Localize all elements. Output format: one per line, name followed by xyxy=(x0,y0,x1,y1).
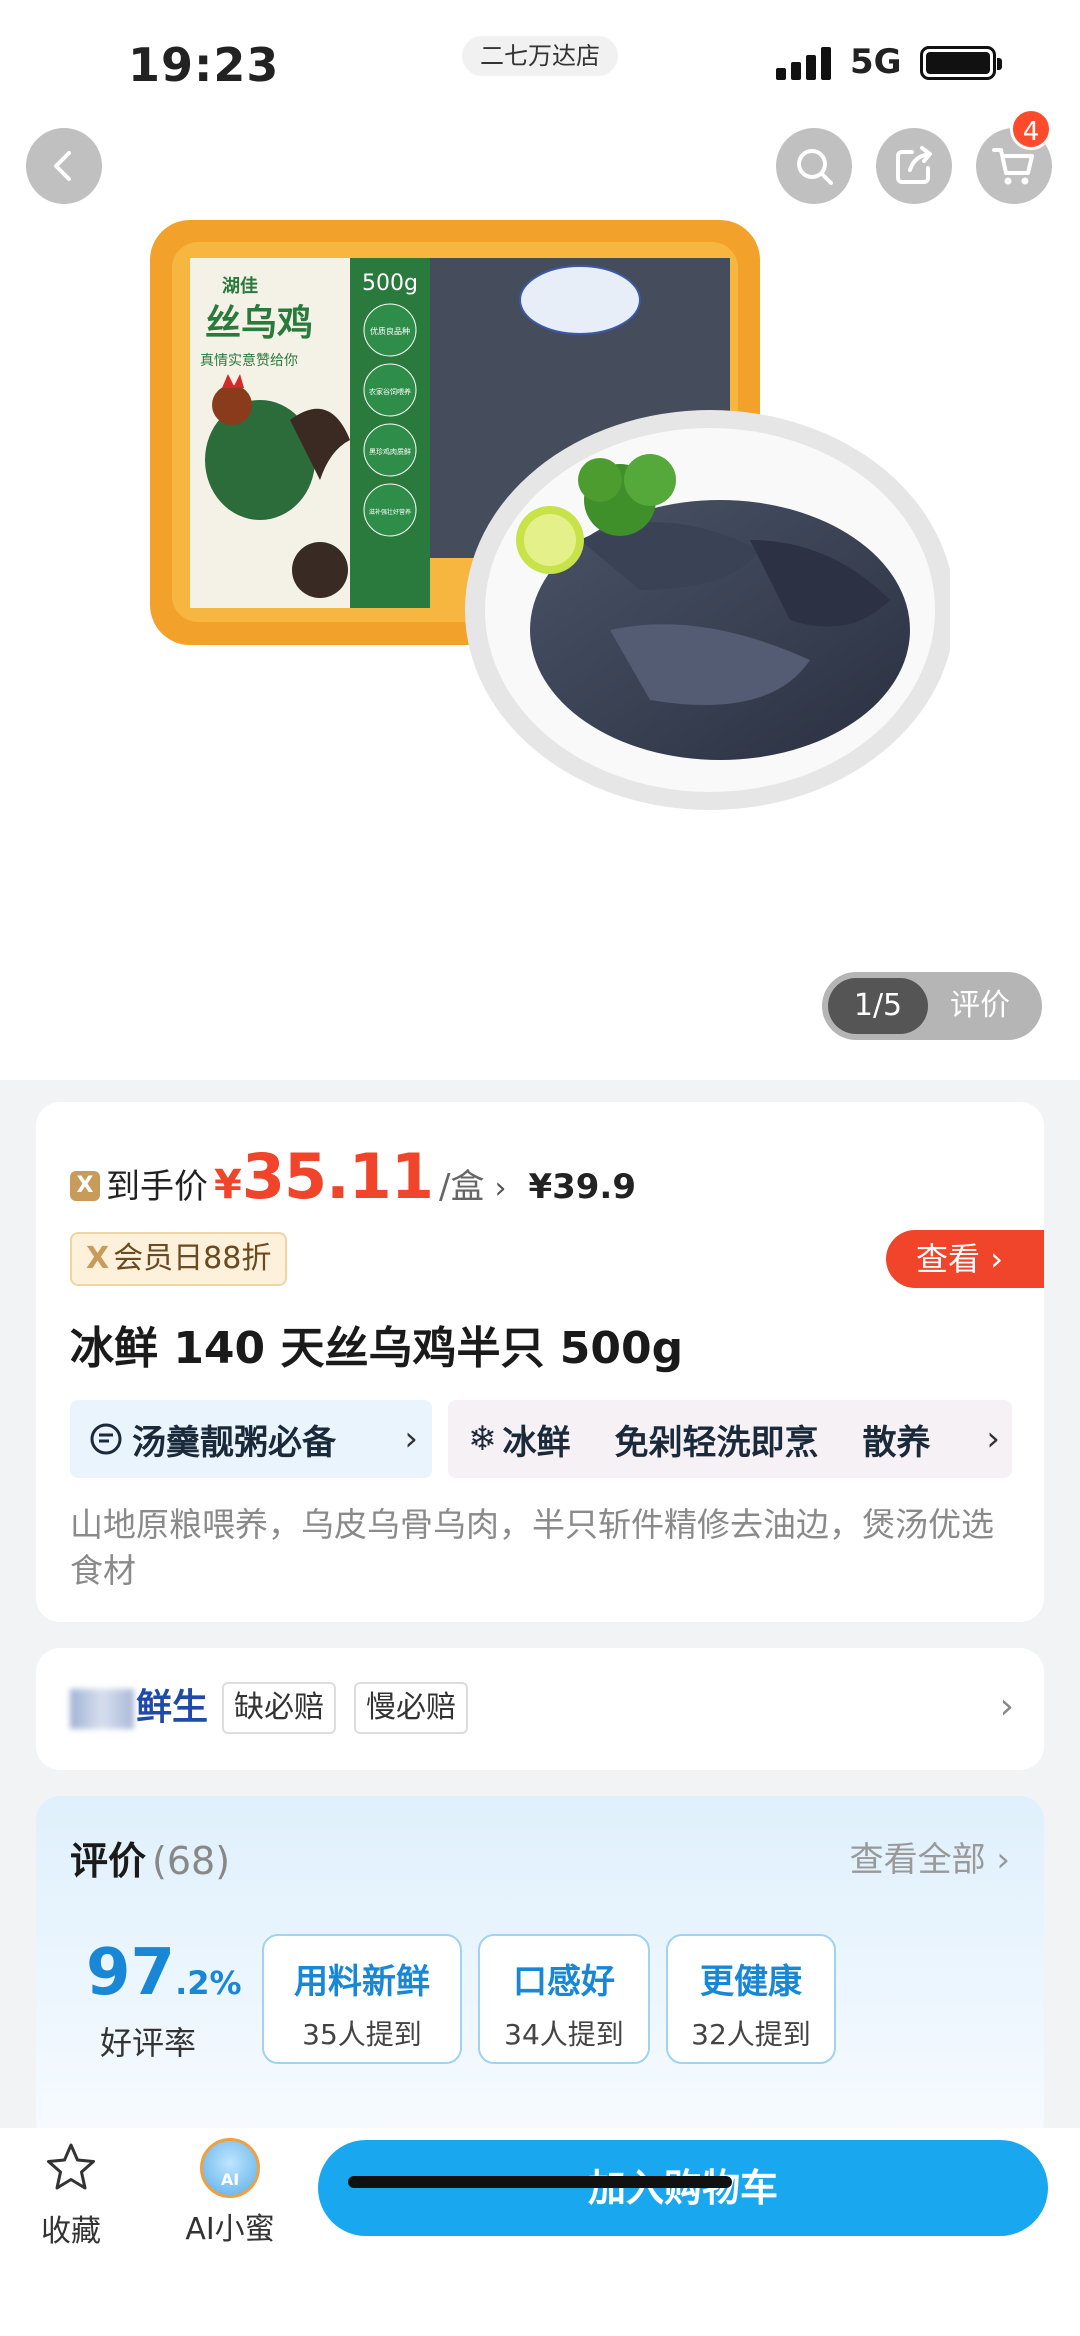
member-discount-label: 会员日88折 xyxy=(113,1241,272,1276)
positive-rate-integer: 97 xyxy=(86,1936,176,2010)
review-keyword-chip[interactable]: 用料新鲜 35人提到 xyxy=(262,1934,462,2064)
positive-rate-label: 好评率 xyxy=(100,2024,197,2062)
feature-tags-secondary[interactable]: ❄ 冰鲜 免剁轻洗即烹 散养 › xyxy=(448,1400,1012,1478)
share-icon xyxy=(896,146,932,184)
package-feature: 滋补强壮好营养 xyxy=(369,508,411,516)
reviews-heading: 评价 (68) xyxy=(70,1830,230,1885)
cart-count-badge: 4 xyxy=(1010,108,1052,150)
add-to-cart-button[interactable]: 加入购物车 xyxy=(318,2140,1048,2236)
package-brand: 湖佳 xyxy=(222,275,258,297)
review-keyword-count: 35人提到 xyxy=(302,2018,422,2051)
feature-tag: 散养 xyxy=(862,1422,931,1463)
view-discount-button[interactable]: 查看 › xyxy=(886,1230,1044,1288)
favorite-button[interactable]: 收藏 xyxy=(36,2140,106,2250)
network-type: 5G xyxy=(850,42,902,82)
price-card: X 到手价 ¥ 35.11 /盒 › ¥39.9 X 会员日88折 查看 › 冰鲜… xyxy=(36,1102,1044,1622)
product-title: 冰鲜 140 天丝乌鸡半只 500g xyxy=(70,1323,684,1374)
membership-logo-icon: X xyxy=(70,1171,100,1201)
shop-card[interactable]: 鲜生 缺必赔 慢必赔 › xyxy=(36,1648,1044,1770)
clock: 19:23 xyxy=(128,38,280,92)
star-icon xyxy=(47,2143,95,2190)
final-price-label: 到手价 xyxy=(106,1167,208,1207)
reviews-card: 评价 (68) 查看全部 › 97.2% 好评率 用料新鲜 35人提到 口感好 3… xyxy=(36,1796,1044,2146)
guarantee-badge: 缺必赔 xyxy=(222,1682,336,1734)
back-button[interactable] xyxy=(26,128,102,204)
chevron-right-icon: › xyxy=(494,1171,507,1206)
view-all-reviews-link[interactable]: 查看全部 › xyxy=(850,1832,1010,1881)
status-bar: 19:23 二七万达店 5G xyxy=(0,0,1080,120)
feature-tag: 冰鲜 xyxy=(502,1422,571,1463)
price-unit: /盒 xyxy=(438,1167,485,1207)
view-discount-label: 查看 xyxy=(916,1240,981,1278)
bottom-action-bar: 收藏 AI AI小蜜 加入购物车 xyxy=(0,2128,1080,2336)
share-button[interactable] xyxy=(876,128,952,204)
review-keyword: 用料新鲜 xyxy=(294,1962,430,2002)
shop-logo-blurred-icon xyxy=(70,1689,134,1729)
review-keyword-chip[interactable]: 口感好 34人提到 xyxy=(478,1934,650,2064)
search-icon xyxy=(797,149,833,185)
battery-icon xyxy=(920,46,1002,80)
ai-badge-text: AI xyxy=(220,2170,240,2189)
positive-rate-decimal: .2% xyxy=(175,1964,242,2002)
gallery-pager[interactable]: 1/5 评价 xyxy=(822,972,1042,1040)
feature-tag-primary[interactable]: 汤羹靓粥必备 › xyxy=(70,1400,432,1478)
review-keyword-count: 32人提到 xyxy=(691,2018,811,2051)
product-gallery[interactable]: 19:23 二七万达店 5G 4 湖佳 丝乌鸡 真情实意赞给你 500g 优质良… xyxy=(0,0,1080,1080)
ai-assistant-avatar-icon: AI xyxy=(200,2138,260,2198)
shop-name: 鲜生 xyxy=(136,1687,209,1728)
chevron-right-icon: › xyxy=(404,1419,418,1459)
ai-assistant-button[interactable]: AI AI小蜜 xyxy=(180,2138,280,2248)
reviews-title: 评价 xyxy=(70,1839,147,1883)
home-indicator xyxy=(348,2176,732,2188)
member-discount-tag: X 会员日88折 xyxy=(70,1232,288,1286)
review-keyword-chip[interactable]: 更健康 32人提到 xyxy=(666,1934,836,2064)
chevron-left-icon xyxy=(54,151,71,181)
package-feature: 农家谷饲喂养 xyxy=(369,387,411,396)
chevron-right-icon: › xyxy=(980,1419,1000,1459)
store-location-chip[interactable]: 二七万达店 xyxy=(462,36,618,76)
membership-x-icon: X xyxy=(86,1241,110,1276)
guarantee-badge: 慢必赔 xyxy=(354,1682,468,1734)
package-feature: 黑珍鸡肉质鲜 xyxy=(369,447,411,456)
package-slogan: 真情实意赞给你 xyxy=(200,352,298,369)
chevron-right-icon: › xyxy=(999,1686,1014,1727)
favorite-label: 收藏 xyxy=(41,2214,101,2249)
product-description: 山地原粮喂养，乌皮乌骨乌肉，半只斩件精修去油边，煲汤优选食材 xyxy=(70,1505,994,1590)
view-all-label: 查看全部 xyxy=(849,1840,986,1880)
snowflake-icon: ❄ xyxy=(468,1419,497,1459)
review-keyword-count: 34人提到 xyxy=(504,2018,624,2051)
review-keyword: 口感好 xyxy=(513,1962,615,2002)
product-image[interactable]: 湖佳 丝乌鸡 真情实意赞给你 500g 优质良品种 农家谷饲喂养 黑珍鸡肉质鲜 … xyxy=(150,210,950,870)
soup-bowl-icon xyxy=(90,1423,122,1455)
final-price: 35.11 xyxy=(241,1140,434,1213)
package-name: 丝乌鸡 xyxy=(205,303,313,344)
gallery-page-indicator: 1/5 xyxy=(828,978,928,1034)
review-keyword: 更健康 xyxy=(700,1962,802,2002)
positive-rate: 97.2% xyxy=(86,1936,242,2010)
package-weight: 500g xyxy=(362,271,418,296)
gallery-review-link[interactable]: 评价 xyxy=(950,972,1010,1040)
price-row[interactable]: X 到手价 ¥ 35.11 /盒 › ¥39.9 xyxy=(70,1140,636,1220)
price-currency: ¥ xyxy=(214,1162,242,1208)
original-price: ¥39.9 xyxy=(528,1167,636,1207)
feature-tag: 免剁轻洗即烹 xyxy=(614,1422,819,1463)
shop-logo: 鲜生 xyxy=(70,1678,208,1730)
feature-tag-primary-label: 汤羹靓粥必备 xyxy=(132,1422,336,1463)
search-button[interactable] xyxy=(776,128,852,204)
signal-icon xyxy=(776,46,836,80)
package-feature: 优质良品种 xyxy=(370,326,410,336)
ai-assistant-label: AI小蜜 xyxy=(185,2212,275,2247)
reviews-count: (68) xyxy=(152,1839,231,1883)
